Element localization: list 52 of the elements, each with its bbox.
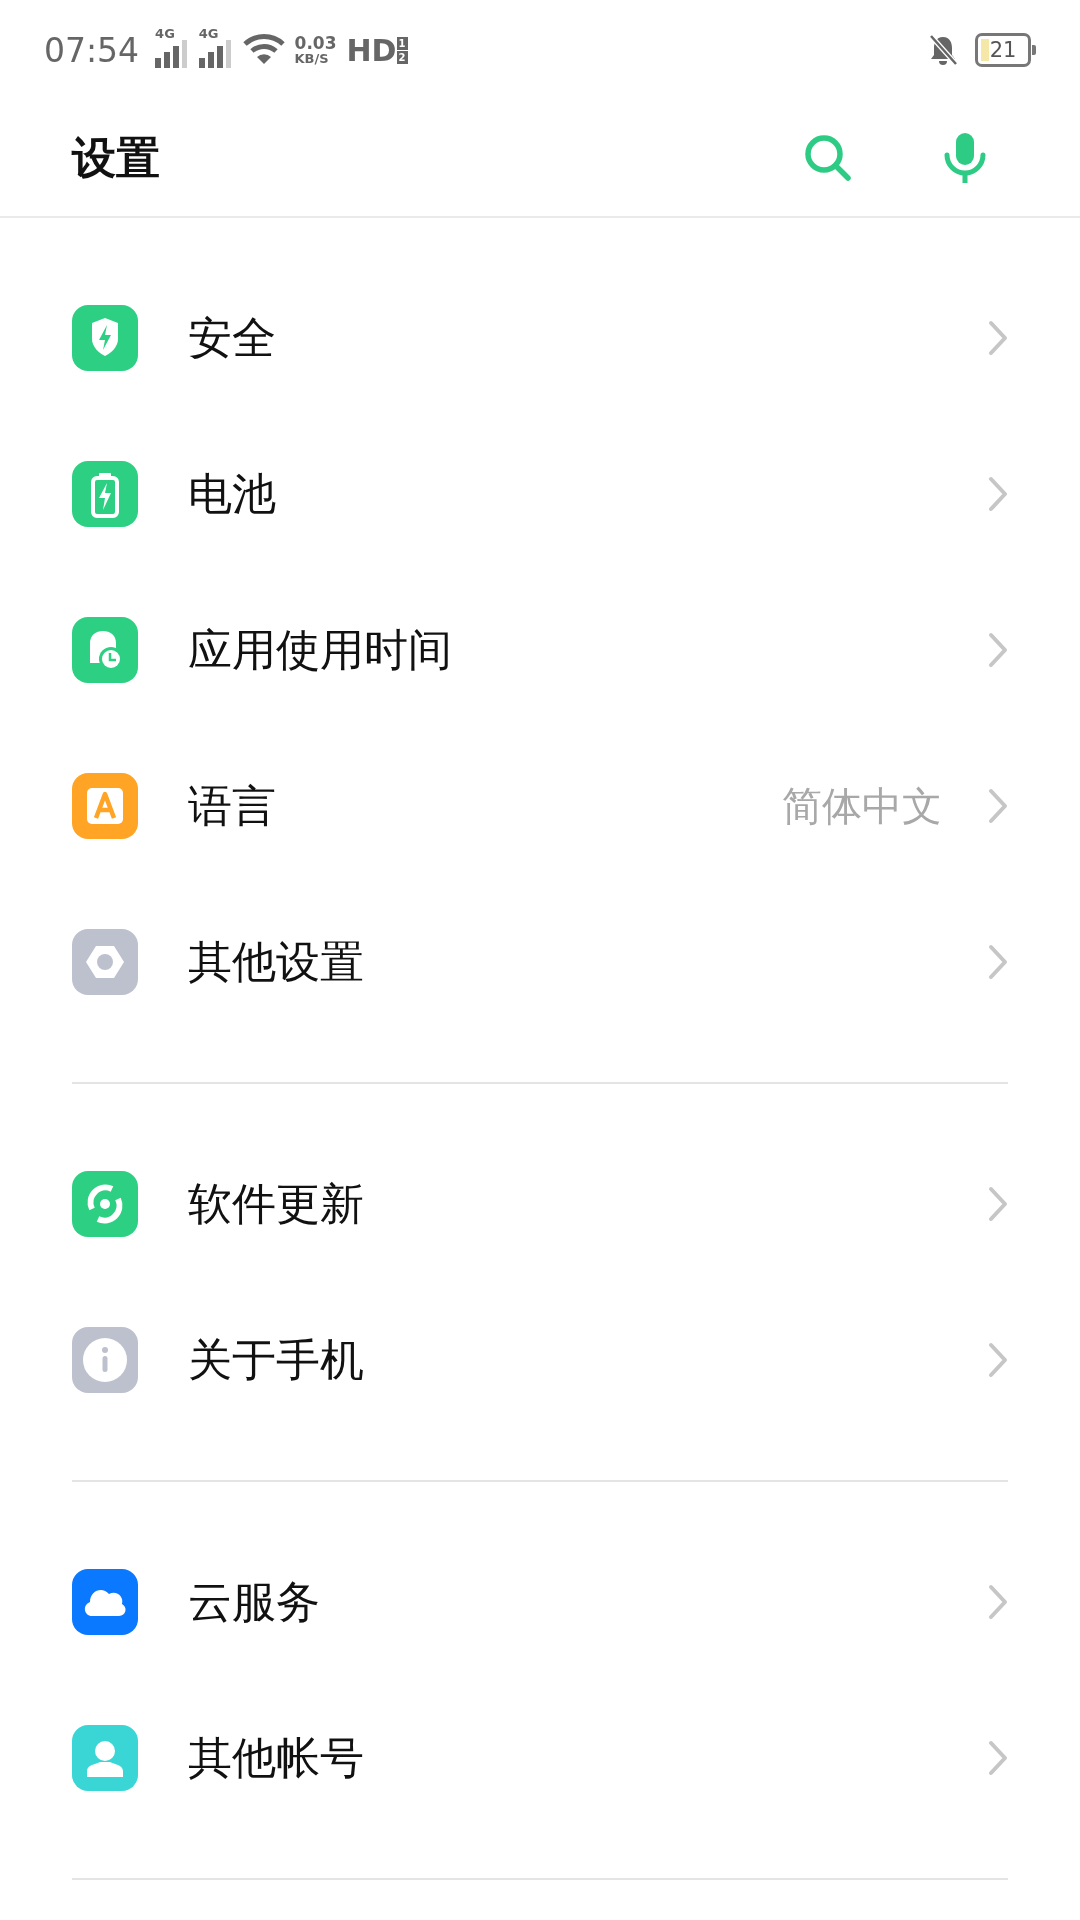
chevron-icon bbox=[988, 320, 1008, 356]
settings-icon bbox=[72, 1569, 138, 1635]
wifi-icon bbox=[242, 34, 285, 66]
settings-icon bbox=[72, 617, 138, 683]
hd-label: HD bbox=[346, 32, 397, 68]
search-icon[interactable] bbox=[803, 133, 853, 183]
item-label: 云服务 bbox=[188, 1574, 320, 1629]
item-label: 应用使用时间 bbox=[188, 622, 452, 677]
item-label: 电池 bbox=[188, 466, 276, 521]
settings-icon bbox=[72, 461, 138, 527]
sim-slot: 1 bbox=[396, 36, 408, 50]
speed-value: 0.03 bbox=[294, 35, 337, 52]
network-type: 4G bbox=[198, 26, 219, 41]
sim-slot: 2 bbox=[396, 50, 408, 64]
item-label: 软件更新 bbox=[188, 1176, 364, 1231]
settings-item[interactable]: 语言 简体中文 bbox=[72, 728, 1008, 884]
chevron-icon bbox=[988, 944, 1008, 980]
network-type: 4G bbox=[155, 26, 175, 41]
chevron-icon bbox=[988, 632, 1008, 668]
settings-item[interactable]: 软件更新 bbox=[72, 1126, 1008, 1282]
chevron-icon bbox=[988, 1584, 1008, 1620]
chevron-icon bbox=[988, 1740, 1008, 1776]
signal-icon bbox=[154, 40, 189, 68]
speed-unit: KB/S bbox=[294, 52, 330, 65]
settings-item[interactable]: 安全 bbox=[72, 260, 1008, 416]
chevron-icon bbox=[988, 1186, 1008, 1222]
item-label: 安全 bbox=[188, 310, 276, 365]
page-title: 设置 bbox=[72, 130, 160, 185]
chevron-icon bbox=[988, 788, 1008, 824]
bell-off-icon bbox=[929, 34, 957, 66]
settings-icon bbox=[72, 1171, 138, 1237]
item-label: 关于手机 bbox=[188, 1332, 364, 1387]
item-label: 语言 bbox=[188, 778, 276, 833]
settings-item[interactable]: 其他帐号 bbox=[72, 1680, 1008, 1836]
settings-item[interactable]: 其他设置 bbox=[72, 884, 1008, 1040]
item-label: 其他设置 bbox=[188, 934, 364, 989]
settings-icon bbox=[72, 773, 138, 839]
settings-item[interactable]: 关于手机 bbox=[72, 1282, 1008, 1438]
settings-icon bbox=[72, 929, 138, 995]
settings-icon bbox=[72, 305, 138, 371]
settings-item[interactable]: 应用使用时间 bbox=[72, 572, 1008, 728]
item-value: 简体中文 bbox=[782, 781, 942, 831]
settings-icon bbox=[72, 1327, 138, 1393]
signal-icon bbox=[198, 40, 233, 68]
chevron-icon bbox=[988, 1342, 1008, 1378]
settings-item[interactable]: 云服务 bbox=[72, 1524, 1008, 1680]
settings-icon bbox=[72, 1725, 138, 1791]
microphone-icon[interactable] bbox=[943, 131, 987, 185]
item-label: 其他帐号 bbox=[188, 1730, 364, 1785]
chevron-icon bbox=[988, 476, 1008, 512]
status-time: 07:54 bbox=[44, 30, 140, 70]
settings-item[interactable]: 电池 bbox=[72, 416, 1008, 572]
